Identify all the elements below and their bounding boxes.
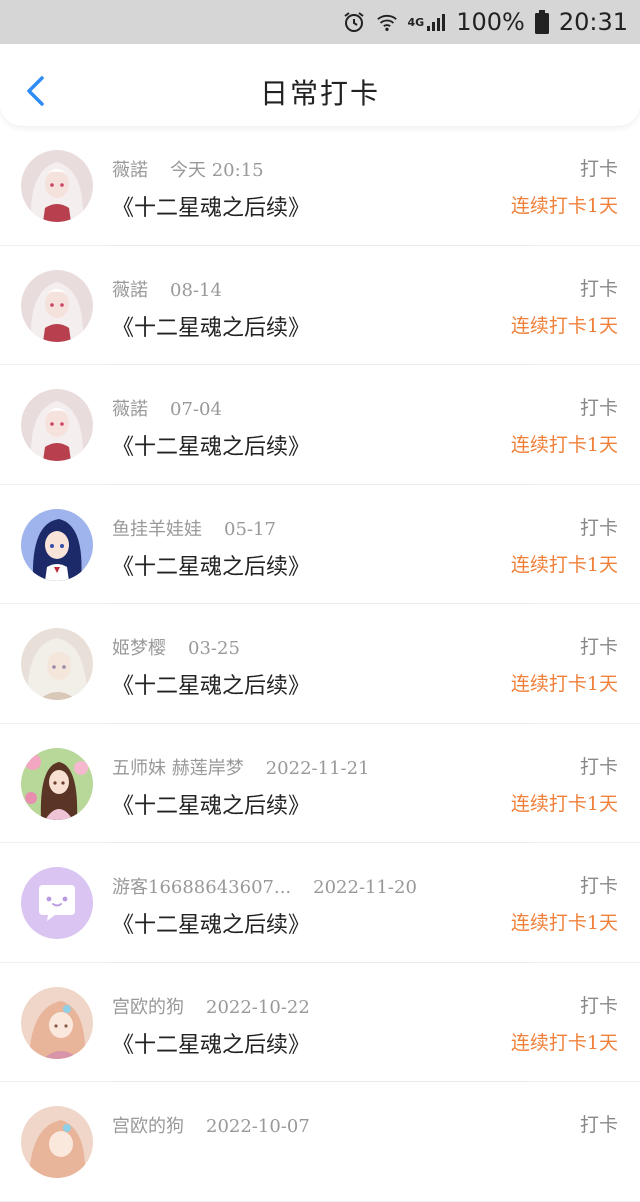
checkin-date: 08-14 (170, 279, 222, 301)
row-meta: 宫欧的狗 2022-10-07 (112, 1112, 310, 1138)
list-item: 薇諾 08-14 《十二星魂之后续》 打卡 连续打卡1天 (0, 246, 640, 365)
list-item: 宫欧的狗 2022-10-22 《十二星魂之后续》 打卡 连续打卡1天 (0, 963, 640, 1082)
network-label: 4G (407, 15, 425, 29)
page-title: 日常打卡 (259, 77, 380, 110)
list-item: 宫欧的狗 2022-10-07 打卡 (0, 1082, 640, 1202)
avatar[interactable] (21, 986, 93, 1059)
book-title[interactable]: 《十二星魂之后续》 (112, 429, 310, 461)
user-name[interactable]: 薇諾 (112, 399, 148, 420)
list-item: 鱼挂羊娃娃 05-17 《十二星魂之后续》 打卡 连续打卡1天 (0, 485, 640, 604)
row-meta: 鱼挂羊娃娃 05-17 (112, 515, 276, 541)
streak-label: 连续打卡1天 (510, 912, 618, 934)
list-item: 薇諾 今天 20:15 《十二星魂之后续》 打卡 连续打卡1天 (0, 126, 640, 246)
checkin-date: 03-25 (188, 638, 240, 659)
checkin-date: 05-17 (224, 518, 276, 540)
checkin-date: 2022-11-21 (265, 757, 370, 779)
user-name[interactable]: 宫欧的狗 (112, 1116, 184, 1137)
checkin-list: 薇諾 今天 20:15 《十二星魂之后续》 打卡 连续打卡1天 薇諾 08-14 《… (0, 126, 640, 1202)
user-name[interactable]: 宫欧的狗 (112, 997, 184, 1018)
nav-header: 日常打卡 (0, 44, 640, 126)
avatar[interactable] (21, 1106, 93, 1178)
book-title[interactable]: 《十二星魂之后续》 (112, 310, 310, 342)
book-title[interactable]: 《十二星魂之后续》 (112, 788, 310, 820)
streak-label: 连续打卡1天 (510, 434, 618, 456)
checkin-button[interactable]: 打卡 (580, 513, 618, 540)
list-item: 薇諾 07-04 《十二星魂之后续》 打卡 连续打卡1天 (0, 365, 640, 485)
checkin-button[interactable]: 打卡 (580, 752, 618, 779)
avatar[interactable] (21, 269, 93, 342)
checkin-button[interactable]: 打卡 (580, 393, 618, 420)
clock: 20:31 (558, 8, 628, 36)
battery-percent: 100% (456, 8, 525, 36)
checkin-button[interactable]: 打卡 (580, 871, 618, 898)
avatar[interactable] (21, 389, 93, 461)
streak-label: 连续打卡1天 (510, 195, 618, 217)
checkin-date: 今天 20:15 (170, 160, 264, 181)
avatar[interactable] (21, 150, 93, 222)
avatar[interactable] (21, 628, 93, 700)
avatar[interactable] (21, 747, 93, 820)
book-title[interactable]: 《十二星魂之后续》 (112, 668, 310, 700)
row-meta: 游客16688643607... 2022-11-20 (112, 873, 417, 899)
book-title[interactable]: 《十二星魂之后续》 (112, 1027, 310, 1059)
checkin-button[interactable]: 打卡 (580, 1110, 618, 1137)
streak-label: 连续打卡1天 (510, 1031, 618, 1054)
checkin-date: 2022-10-22 (206, 996, 310, 1018)
user-name[interactable]: 游客16688643607... (112, 877, 291, 898)
checkin-button[interactable]: 打卡 (580, 632, 618, 659)
row-meta: 薇諾 今天 20:15 (112, 156, 264, 182)
streak-label: 连续打卡1天 (510, 792, 618, 815)
streak-label: 连续打卡1天 (510, 314, 618, 337)
battery-icon (534, 10, 549, 34)
alarm-icon (342, 10, 366, 34)
list-item: 五师妹 赫莲岸梦 2022-11-21 《十二星魂之后续》 打卡 连续打卡1天 (0, 724, 640, 843)
book-title[interactable]: 《十二星魂之后续》 (112, 190, 310, 222)
chat-bubble-icon (21, 867, 93, 939)
checkin-button[interactable]: 打卡 (580, 991, 618, 1018)
checkin-date: 2022-10-07 (206, 1116, 310, 1137)
row-meta: 薇諾 07-04 (112, 395, 222, 421)
list-item: 姬梦樱 03-25 《十二星魂之后续》 打卡 连续打卡1天 (0, 604, 640, 724)
user-name[interactable]: 鱼挂羊娃娃 (112, 519, 202, 540)
checkin-button[interactable]: 打卡 (580, 274, 618, 301)
status-bar: 4G 100% 20:31 (0, 0, 640, 44)
avatar[interactable] (21, 508, 93, 581)
book-title[interactable]: 《十二星魂之后续》 (112, 907, 310, 939)
checkin-button[interactable]: 打卡 (580, 154, 618, 181)
user-name[interactable]: 五师妹 赫莲岸梦 (112, 758, 244, 779)
book-title[interactable]: 《十二星魂之后续》 (112, 549, 310, 581)
user-name[interactable]: 姬梦樱 (112, 638, 166, 659)
row-meta: 薇諾 08-14 (112, 276, 222, 302)
checkin-date: 07-04 (170, 399, 222, 420)
streak-label: 连续打卡1天 (510, 673, 618, 695)
row-meta: 姬梦樱 03-25 (112, 634, 240, 660)
checkin-date: 2022-11-20 (313, 877, 417, 898)
row-meta: 宫欧的狗 2022-10-22 (112, 993, 310, 1019)
user-name[interactable]: 薇諾 (112, 280, 148, 301)
wifi-icon (376, 11, 398, 33)
list-item: 游客16688643607... 2022-11-20 《十二星魂之后续》 打卡 … (0, 843, 640, 963)
row-meta: 五师妹 赫莲岸梦 2022-11-21 (112, 754, 370, 780)
avatar[interactable] (21, 867, 93, 939)
streak-label: 连续打卡1天 (510, 553, 618, 576)
signal-icon: 4G (408, 13, 447, 31)
user-name[interactable]: 薇諾 (112, 160, 148, 181)
